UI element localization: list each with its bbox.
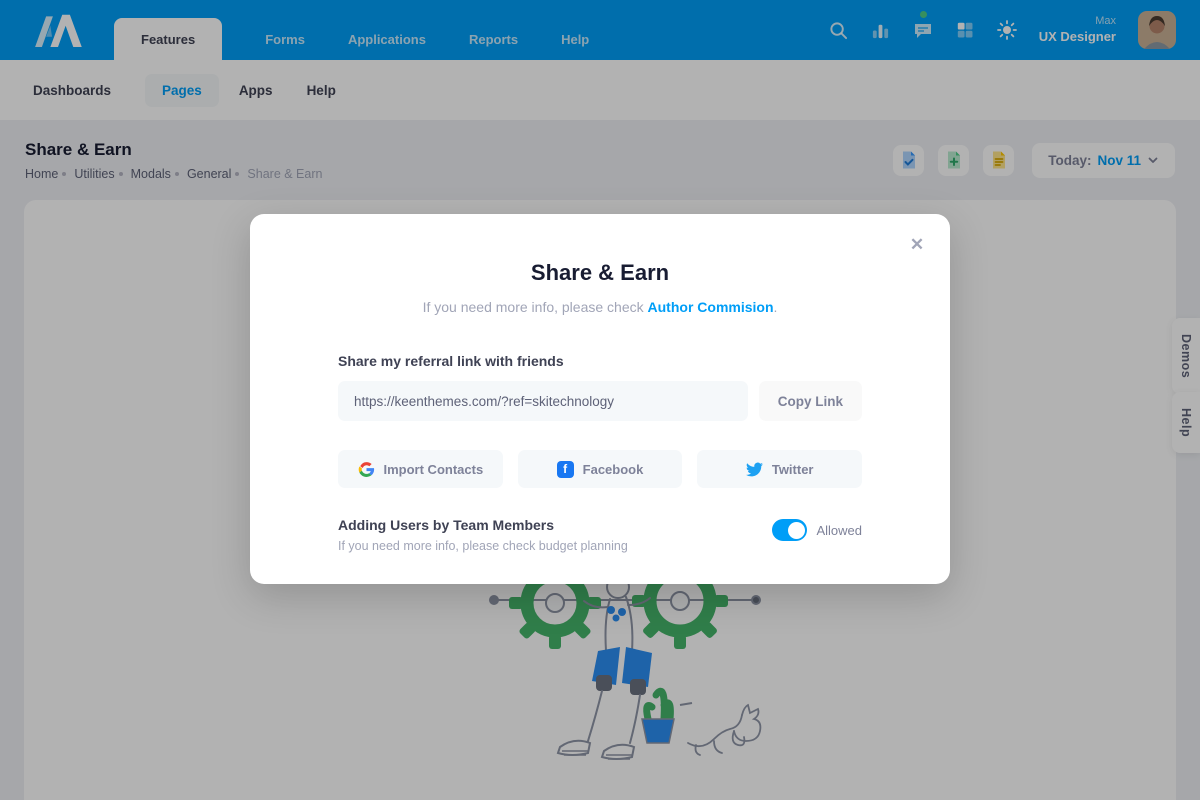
- allowed-toggle[interactable]: [772, 519, 807, 541]
- close-icon[interactable]: ✕: [906, 234, 928, 256]
- referral-link-input[interactable]: [338, 381, 748, 421]
- team-members-text: Adding Users by Team Members If you need…: [338, 517, 628, 553]
- twitter-button[interactable]: Twitter: [697, 450, 862, 488]
- allowed-label: Allowed: [816, 523, 862, 538]
- modal-title: Share & Earn: [250, 214, 950, 286]
- import-contacts-button[interactable]: Import Contacts: [338, 450, 503, 488]
- referral-row: Copy Link: [338, 381, 862, 421]
- modal-body: Share my referral link with friends Copy…: [250, 353, 950, 553]
- author-commission-link[interactable]: Author Commision: [648, 299, 774, 315]
- allowed-toggle-group: Allowed: [772, 519, 862, 541]
- facebook-button[interactable]: f Facebook: [518, 450, 683, 488]
- social-buttons-row: Import Contacts f Facebook Twitter: [338, 450, 862, 488]
- share-earn-modal: ✕ Share & Earn If you need more info, pl…: [250, 214, 950, 584]
- referral-label: Share my referral link with friends: [338, 353, 862, 369]
- twitter-label: Twitter: [772, 462, 814, 477]
- google-icon: [358, 461, 375, 478]
- copy-link-button[interactable]: Copy Link: [759, 381, 862, 421]
- toggle-knob: [788, 522, 805, 539]
- team-members-row: Adding Users by Team Members If you need…: [338, 517, 862, 553]
- facebook-icon: f: [557, 461, 574, 478]
- team-members-caption: If you need more info, please check budg…: [338, 539, 628, 553]
- twitter-icon: [746, 461, 763, 478]
- import-contacts-label: Import Contacts: [384, 462, 484, 477]
- subtitle-text: If you need more info, please check: [423, 299, 648, 315]
- facebook-label: Facebook: [583, 462, 644, 477]
- subtitle-period: .: [774, 299, 778, 315]
- modal-subtitle: If you need more info, please check Auth…: [250, 299, 950, 315]
- page: Features Forms Applications Reports Help: [0, 0, 1200, 800]
- team-members-title: Adding Users by Team Members: [338, 517, 628, 533]
